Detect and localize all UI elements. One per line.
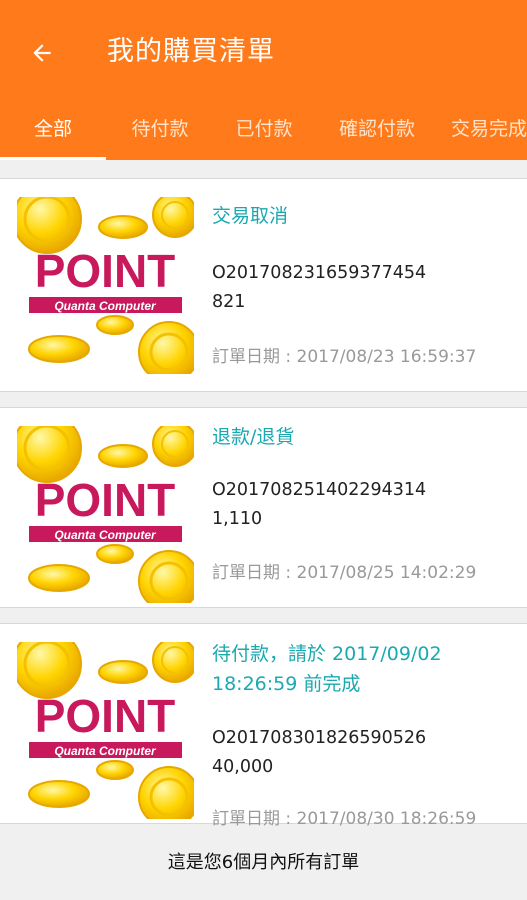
footer-note: 這是您6個月內所有訂單 [167,852,360,873]
brand-banner-text: Quanta Computer [54,744,157,758]
order-status-line1: 待付款，請於 2017/09/02 [212,643,442,665]
tab-bar: 全部 待付款 已付款 確認付款 交易完成 [0,104,527,160]
back-button[interactable] [22,33,62,73]
order-number: O201708301826590526 [212,728,427,748]
order-date: 訂單日期 : 2017/08/25 14:02:29 [212,563,477,583]
brand-banner-text: Quanta Computer [54,299,157,313]
order-number: O201708231659377454 [212,263,427,283]
tab-all[interactable]: 全部 [0,104,106,160]
order-card[interactable]: POINT Quanta Computer 待付款，請於 2017/09/02 … [0,623,527,829]
product-thumbnail: POINT Quanta Computer [17,197,194,374]
order-number: O201708251402294314 [212,480,427,500]
point-logo-text: POINT [35,690,176,742]
order-date: 訂單日期 : 2017/08/30 18:26:59 [212,809,477,829]
point-logo-text: POINT [35,245,176,297]
product-thumbnail: POINT Quanta Computer [17,426,194,603]
order-status: 待付款，請於 2017/09/02 18:26:59 前完成 [212,639,442,699]
tab-indicator [0,157,106,160]
order-status-line2: 18:26:59 前完成 [212,673,361,695]
app-bar: 我的購買清單 全部 待付款 已付款 確認付款 交易完成 [0,0,527,160]
tab-pending-payment[interactable]: 待付款 [110,104,210,160]
order-amount: 821 [212,292,246,312]
order-date: 訂單日期 : 2017/08/23 16:59:37 [212,347,477,367]
order-card[interactable]: POINT Quanta Computer 退款/退貨 O20170825140… [0,407,527,608]
order-card[interactable]: POINT Quanta Computer 交易取消 O201708231659… [0,178,527,392]
arrow-left-icon [33,44,51,62]
order-status: 退款/退貨 [212,426,295,448]
order-amount: 1,110 [212,509,263,529]
brand-banner-text: Quanta Computer [54,528,157,542]
page-title: 我的購買清單 [107,36,275,67]
product-thumbnail: POINT Quanta Computer [17,642,194,819]
point-logo-text: POINT [35,474,176,526]
order-list: POINT Quanta Computer 交易取消 O201708231659… [0,178,527,829]
order-amount: 40,000 [212,757,274,777]
order-status: 交易取消 [212,205,289,227]
tab-paid[interactable]: 已付款 [216,104,312,160]
tab-confirm-payment[interactable]: 確認付款 [322,104,432,160]
tab-completed[interactable]: 交易完成 [445,104,527,160]
